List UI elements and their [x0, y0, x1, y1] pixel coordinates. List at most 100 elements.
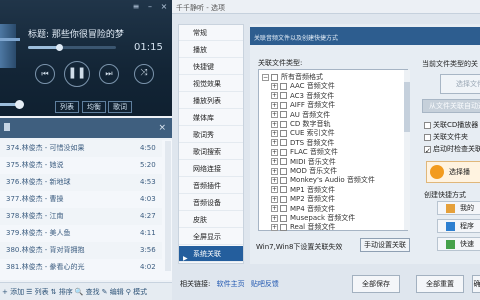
expand-icon[interactable]: +: [271, 195, 278, 203]
checkbox[interactable]: [280, 158, 287, 166]
nav-item[interactable]: 常规: [179, 25, 243, 41]
checkbox[interactable]: [280, 186, 287, 194]
auto-select-button[interactable]: 从文件关联自动选: [422, 99, 480, 113]
folder-check[interactable]: 关联文件夹: [424, 132, 468, 142]
expand-icon[interactable]: +: [271, 120, 278, 128]
playlist-row[interactable]: 379.林俊杰 - 美人鱼 4:11: [0, 225, 162, 242]
checkbox[interactable]: [280, 129, 287, 137]
checkbox[interactable]: [424, 121, 431, 129]
nav-item[interactable]: 音频设备: [179, 195, 243, 211]
next-button[interactable]: ⏭: [99, 64, 119, 84]
playlist-tool-button[interactable]: ✎ 编辑: [102, 287, 124, 297]
startup-check[interactable]: ✓ 启动时检查关联: [424, 144, 480, 155]
nav-item[interactable]: 全屏显示: [179, 229, 243, 245]
playlist-tool-button[interactable]: 🔍 查找: [75, 287, 100, 297]
playlist-row[interactable]: 374.林俊杰 - 可惜没如果 4:50: [0, 140, 162, 157]
playlist-tool-button[interactable]: + 添加: [2, 287, 24, 297]
expand-icon[interactable]: +: [271, 186, 278, 194]
nav-item[interactable]: 媒体库: [179, 110, 243, 126]
expand-icon[interactable]: +: [271, 101, 278, 109]
playlist-row[interactable]: 381.林俊杰 - 豢看心的光 4:02: [0, 259, 162, 276]
checkbox[interactable]: [280, 214, 287, 222]
link-feedback[interactable]: 贴吧反馈: [251, 280, 279, 288]
checkbox[interactable]: [271, 73, 278, 81]
seek-knob[interactable]: [55, 44, 63, 51]
tab-equalizer[interactable]: 均衡: [82, 101, 106, 113]
collapse-icon[interactable]: −: [262, 73, 269, 81]
expand-icon[interactable]: +: [271, 82, 278, 90]
checkbox[interactable]: [280, 111, 287, 119]
expand-icon[interactable]: +: [271, 223, 278, 231]
nav-item-label: 全屏显示: [193, 233, 221, 241]
expand-icon[interactable]: +: [271, 167, 278, 175]
checkbox[interactable]: [280, 176, 287, 184]
checkbox[interactable]: [280, 148, 287, 156]
nav-item[interactable]: 音频插件: [179, 178, 243, 194]
expand-icon[interactable]: +: [271, 214, 278, 222]
checkbox[interactable]: [280, 92, 287, 100]
close-icon[interactable]: ×: [160, 3, 168, 11]
playlist-scrollbar[interactable]: [165, 141, 171, 271]
playlist-row[interactable]: 377.林俊杰 - 曹操 4:03: [0, 191, 162, 208]
tree-item[interactable]: + Real 音频文件: [271, 222, 335, 233]
checkbox[interactable]: [280, 139, 287, 147]
cd-player-check[interactable]: 关联CD播放器: [424, 120, 478, 130]
pause-button[interactable]: ❚❚: [64, 61, 90, 87]
checkbox[interactable]: [280, 101, 287, 109]
checkbox[interactable]: [280, 195, 287, 203]
expand-icon[interactable]: +: [271, 111, 278, 119]
tab-lyrics[interactable]: 歌词: [108, 101, 132, 113]
shortcut-mydesktop-button[interactable]: 我的: [437, 201, 480, 215]
previous-button[interactable]: ⏮: [35, 64, 55, 84]
nav-item[interactable]: 网络连接: [179, 161, 243, 177]
playlist-row[interactable]: 378.林俊杰 - 江南 4:27: [0, 208, 162, 225]
file-type-tree[interactable]: − 所有音频格式 + AAC 音频文件 + AC3 音频文件 + AIFF 音频文件 + AU 音…: [258, 69, 408, 231]
save-all-button[interactable]: 全部保存: [352, 275, 400, 293]
expand-icon[interactable]: +: [271, 158, 278, 166]
tree-scroll-thumb[interactable]: [404, 82, 410, 132]
nav-item[interactable]: ▶ 系统关联: [179, 246, 243, 262]
expand-icon[interactable]: +: [271, 129, 278, 137]
playlist-row[interactable]: 380.林俊杰 - 背对背拥抱 3:56: [0, 242, 162, 259]
reset-all-button[interactable]: 全部重置: [416, 275, 464, 293]
playlist-tool-button[interactable]: ⚲ 模式: [126, 287, 147, 297]
nav-item[interactable]: 歌词搜索: [179, 144, 243, 160]
manual-assoc-button[interactable]: 手动设置关联: [360, 238, 410, 252]
shuffle-button[interactable]: ⤨: [134, 64, 154, 84]
ok-button[interactable]: 确: [472, 275, 480, 293]
minimize-icon[interactable]: –: [146, 3, 154, 11]
checkbox[interactable]: [280, 167, 287, 175]
playlist-tool-button[interactable]: ⇅ 排序: [51, 287, 73, 297]
checkbox[interactable]: ✓: [424, 145, 431, 155]
expand-icon[interactable]: +: [271, 176, 278, 184]
checkbox[interactable]: [280, 205, 287, 213]
playlist-row[interactable]: 375.林俊杰 - 她说 5:20: [0, 157, 162, 174]
seek-bar[interactable]: [28, 44, 116, 51]
playlist-row[interactable]: 376.林俊杰 - 新地球 4:53: [0, 174, 162, 191]
expand-icon[interactable]: +: [271, 148, 278, 156]
expand-icon[interactable]: +: [271, 205, 278, 213]
tree-scrollbar[interactable]: [404, 70, 410, 230]
checkbox[interactable]: [424, 133, 431, 141]
shortcut-quicklaunch-button[interactable]: 快速: [437, 237, 480, 251]
select-player-button[interactable]: 选择播: [426, 161, 480, 183]
expand-icon[interactable]: +: [271, 92, 278, 100]
checkbox[interactable]: [280, 120, 287, 128]
nav-item[interactable]: 播放列表: [179, 93, 243, 109]
nav-item[interactable]: 视觉效果: [179, 76, 243, 92]
nav-item[interactable]: 皮肤: [179, 212, 243, 228]
menu-icon[interactable]: ≡: [132, 3, 140, 11]
playlist-close-icon[interactable]: ×: [158, 123, 166, 133]
playlist-tool-button[interactable]: ☰ 列表: [26, 287, 49, 297]
checkbox[interactable]: [280, 223, 287, 231]
select-file-button[interactable]: 选择文件: [440, 74, 480, 94]
nav-item[interactable]: 播放: [179, 42, 243, 58]
nav-item[interactable]: 歌词秀: [179, 127, 243, 143]
checkbox[interactable]: [280, 82, 287, 90]
link-homepage[interactable]: 软件主页: [217, 280, 245, 288]
tab-playlist[interactable]: 列表: [55, 101, 79, 113]
shortcut-programs-button[interactable]: 程序: [437, 219, 480, 233]
expand-icon[interactable]: +: [271, 139, 278, 147]
volume-knob[interactable]: [15, 100, 24, 109]
nav-item[interactable]: 快捷键: [179, 59, 243, 75]
